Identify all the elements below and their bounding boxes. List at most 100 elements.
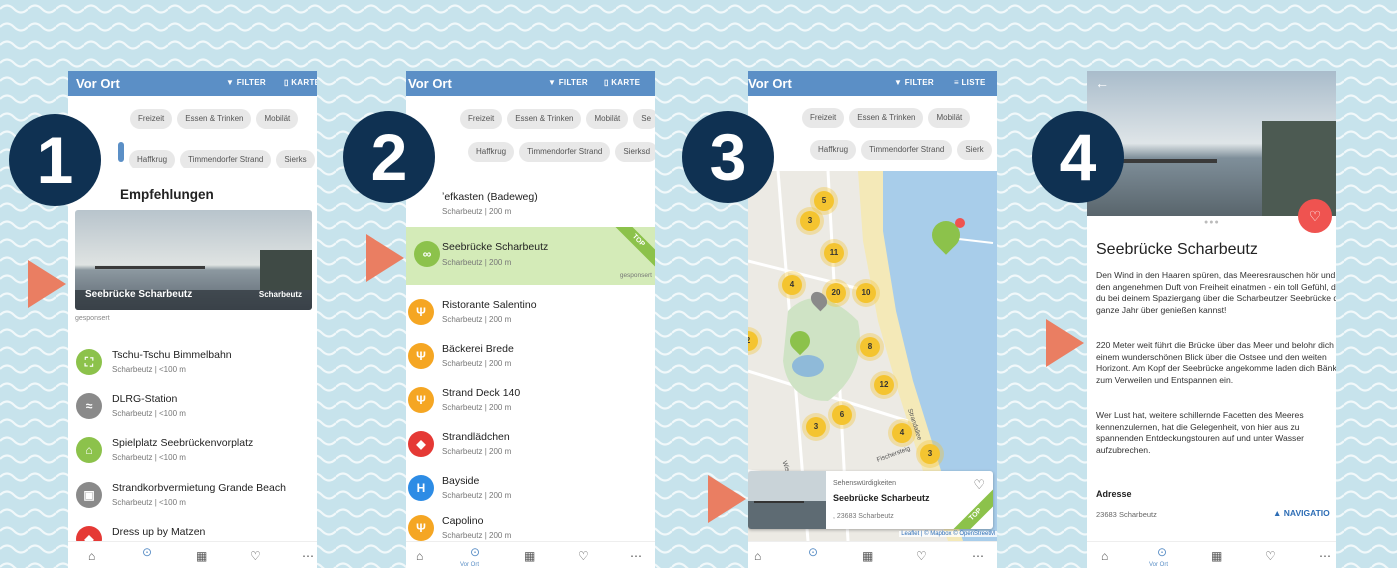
lifeguard-icon: ≈: [76, 393, 102, 419]
item-sub: Scharbeutz | <100 m: [112, 409, 186, 418]
filter-button[interactable]: ▼ FILTER: [548, 78, 588, 87]
location-pin-icon[interactable]: ⊙: [808, 545, 818, 559]
heart-icon[interactable]: ♡: [250, 549, 261, 563]
home-icon[interactable]: ⌂: [88, 549, 95, 563]
cluster-marker[interactable]: 3: [800, 211, 820, 231]
favorite-button[interactable]: ♡: [1298, 199, 1332, 233]
calendar-icon[interactable]: ▦: [1211, 549, 1222, 563]
detail-text: 220 Meter weit führt die Brücke über das…: [1096, 340, 1336, 385]
map-attribution[interactable]: Leaflet | © Mapbox © OpenStreetM: [899, 531, 997, 537]
chip-freizeit[interactable]: Freizeit: [460, 109, 503, 129]
cluster-marker[interactable]: 4: [782, 275, 802, 295]
chip-timmendorf[interactable]: Timmendorfer Strand: [519, 142, 611, 162]
more-icon[interactable]: ⋯: [302, 549, 314, 563]
cluster-marker[interactable]: 4: [892, 423, 912, 443]
cluster-marker[interactable]: 3: [920, 444, 940, 464]
filter-icon: ▼: [226, 78, 235, 87]
cluster-marker[interactable]: 3: [806, 417, 826, 437]
app-bar: Vor Ort ▼ FILTER ▯ KARTE: [68, 71, 317, 96]
heart-icon[interactable]: ♡: [1265, 549, 1276, 563]
cluster-marker[interactable]: 11: [824, 243, 844, 263]
heart-icon[interactable]: ♡: [916, 549, 927, 563]
chip-sierks[interactable]: Sierk: [957, 140, 992, 160]
chip-timmendorf[interactable]: Timmendorfer Strand: [180, 150, 272, 168]
cluster-marker[interactable]: 10: [856, 283, 876, 303]
item-name: Bäckerei Brede: [442, 343, 514, 355]
chip-active[interactable]: [118, 142, 124, 162]
chip-mobilitaet[interactable]: Mobilät: [586, 109, 629, 129]
detail-title: Seebrücke Scharbeutz: [1096, 241, 1258, 258]
home-icon[interactable]: ⌂: [754, 549, 761, 563]
ticket-icon: ⛶: [76, 349, 102, 375]
list-item[interactable]: ʼefkasten (Badeweg) Scharbeutz | 200 m: [406, 183, 655, 227]
cluster-marker[interactable]: 5: [814, 191, 834, 211]
cluster-marker[interactable]: 8: [860, 337, 880, 357]
cluster-marker[interactable]: 20: [826, 283, 846, 303]
location-pin-icon[interactable]: ⊙: [470, 545, 480, 559]
more-icon[interactable]: ⋯: [972, 549, 984, 563]
list-item[interactable]: ▣ Strandkorbvermietung Grande Beach Scha…: [68, 474, 317, 518]
detail-photo: [1087, 71, 1336, 216]
chip-freizeit[interactable]: Freizeit: [130, 109, 173, 129]
cluster-marker[interactable]: 12: [874, 375, 894, 395]
restaurant-icon: Ψ: [408, 299, 434, 325]
calendar-icon[interactable]: ▦: [524, 549, 535, 563]
address-label: Adresse: [1096, 489, 1132, 499]
item-name: Ristorante Salentino: [442, 299, 537, 311]
list-item[interactable]: Ψ Strand Deck 140 Scharbeutz | 200 m: [406, 379, 655, 423]
chip-sierks[interactable]: Sierks: [276, 150, 315, 168]
more-icon[interactable]: ⋯: [1319, 549, 1331, 563]
restaurant-icon: Ψ: [408, 343, 434, 369]
list-item[interactable]: Ψ Bäckerei Brede Scharbeutz | 200 m: [406, 335, 655, 379]
filter-button[interactable]: ▼ FILTER: [226, 78, 266, 87]
calendar-icon[interactable]: ▦: [196, 549, 207, 563]
cluster-marker[interactable]: 6: [832, 405, 852, 425]
list-item[interactable]: ◆ Strandlädchen Scharbeutz | 200 m: [406, 423, 655, 467]
chip-essen[interactable]: Essen & Trinken: [849, 108, 924, 128]
list-item[interactable]: ⛶ Tschu-Tschu Bimmelbahn Scharbeutz | <1…: [68, 341, 317, 385]
bottom-nav: ⌂ ⊙ ▦ ♡ ⋯: [68, 541, 317, 568]
heart-icon[interactable]: ♡: [578, 549, 589, 563]
navigation-button[interactable]: ▲ NAVIGATIO: [1273, 508, 1330, 518]
filter-button[interactable]: ▼ FILTER: [894, 78, 934, 87]
chip-sierks[interactable]: Sierksd: [615, 142, 655, 162]
restaurant-icon: Ψ: [408, 515, 434, 541]
map-icon: ▯: [604, 78, 609, 87]
location-pin-icon[interactable]: ⊙: [1157, 545, 1167, 559]
chip-freizeit[interactable]: Freizeit: [802, 108, 845, 128]
list-item[interactable]: ⌂ Spielplatz Seebrückenvorplatz Scharbeu…: [68, 429, 317, 473]
list-button[interactable]: ≡ LISTE: [954, 78, 986, 87]
location-pin-icon[interactable]: ⊙: [142, 545, 152, 559]
chip-haffkrug[interactable]: Haffkrug: [129, 150, 176, 168]
item-name: Bayside: [442, 475, 480, 487]
calendar-icon[interactable]: ▦: [862, 549, 873, 563]
map-preview-card[interactable]: Sehenswürdigkeiten Seebrücke Scharbeutz …: [748, 471, 993, 529]
preview-title: Seebrücke Scharbeutz: [833, 493, 930, 503]
screen-list: Vor Ort ▼ FILTER ▯ KARTE Freizeit Essen &…: [406, 71, 655, 568]
item-sub: Scharbeutz | <100 m: [112, 453, 186, 462]
list-item-featured[interactable]: ∞ Seebrücke Scharbeutz Scharbeutz | 200 …: [406, 227, 655, 285]
restaurant-icon: Ψ: [408, 387, 434, 413]
hero-card[interactable]: Seebrücke Scharbeutz Scharbeutz: [75, 210, 312, 310]
beach-chair-icon: ▣: [76, 482, 102, 508]
chip-mobilitaet[interactable]: Mobilät: [256, 109, 299, 129]
chip-essen[interactable]: Essen & Trinken: [507, 109, 582, 129]
chip-essen[interactable]: Essen & Trinken: [177, 109, 252, 129]
chip-more[interactable]: Se: [633, 109, 655, 129]
bottom-nav: ⌂ ⊙ Vor Ort ▦ ♡ ⋯: [1087, 541, 1336, 568]
chip-haffkrug[interactable]: Haffkrug: [468, 142, 515, 162]
list-item[interactable]: ≈ DLRG-Station Scharbeutz | <100 m: [68, 385, 317, 429]
list-item[interactable]: Ψ Ristorante Salentino Scharbeutz | 200 …: [406, 291, 655, 335]
location-chips: Haffkrug Timmendorfer Strand Sierks: [68, 142, 317, 168]
map-button[interactable]: ▯ KARTE: [604, 78, 640, 87]
home-icon[interactable]: ⌂: [1101, 549, 1108, 563]
chip-timmendorf[interactable]: Timmendorfer Strand: [861, 140, 953, 160]
more-icon[interactable]: ⋯: [630, 549, 642, 563]
chip-mobilitaet[interactable]: Mobilät: [928, 108, 971, 128]
map-button[interactable]: ▯ KARTE: [284, 78, 317, 87]
item-sub: Scharbeutz | 200 m: [442, 447, 512, 456]
list-item[interactable]: H Bayside Scharbeutz | 200 m: [406, 467, 655, 511]
chip-haffkrug[interactable]: Haffkrug: [810, 140, 857, 160]
back-arrow-icon[interactable]: ←: [1095, 75, 1109, 91]
home-icon[interactable]: ⌂: [416, 549, 423, 563]
